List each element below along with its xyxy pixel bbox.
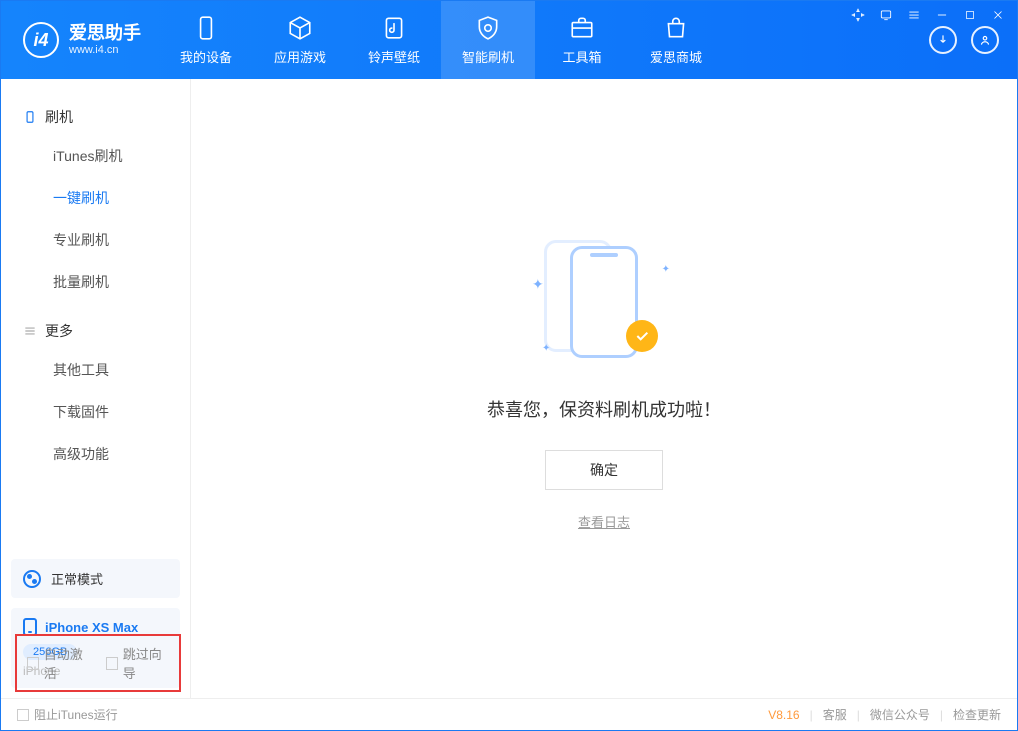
maximize-icon[interactable]: [961, 7, 979, 23]
main-tabs: 我的设备 应用游戏 铃声壁纸 智能刷机 工具箱 爱思商城: [159, 1, 723, 79]
customer-service-link[interactable]: 客服: [823, 706, 847, 723]
tab-ringtones[interactable]: 铃声壁纸: [347, 1, 441, 79]
sidebar-item-firmware[interactable]: 下载固件: [1, 391, 190, 433]
wechat-link[interactable]: 微信公众号: [870, 706, 930, 723]
app-subtitle: www.i4.cn: [69, 44, 141, 57]
shield-refresh-icon: [475, 15, 501, 41]
sidebar-item-batch-flash[interactable]: 批量刷机: [1, 261, 190, 303]
view-log-link[interactable]: 查看日志: [578, 512, 630, 531]
sidebar: 刷机 iTunes刷机 一键刷机 专业刷机 批量刷机 更多 其他工具 下载固件 …: [1, 79, 191, 698]
version-label: V8.16: [768, 708, 799, 722]
music-file-icon: [381, 15, 407, 41]
phone-icon: [193, 15, 219, 41]
app-logo: i4 爱思助手 www.i4.cn: [1, 22, 159, 58]
device-name: iPhone XS Max: [45, 620, 138, 635]
app-title: 爱思助手: [69, 23, 141, 45]
success-illustration: ✦ ✦ ✦: [534, 246, 674, 366]
block-itunes-checkbox[interactable]: 阻止iTunes运行: [17, 706, 118, 723]
sparkle-icon: ✦: [662, 264, 670, 275]
download-button[interactable]: [929, 26, 957, 54]
sidebar-item-advanced[interactable]: 高级功能: [1, 433, 190, 475]
tab-toolbox[interactable]: 工具箱: [535, 1, 629, 79]
tab-flash[interactable]: 智能刷机: [441, 1, 535, 79]
sidebar-item-oneclick-flash[interactable]: 一键刷机: [1, 177, 190, 219]
footer: 阻止iTunes运行 V8.16 | 客服 | 微信公众号 | 检查更新: [1, 698, 1017, 730]
tab-store[interactable]: 爱思商城: [629, 1, 723, 79]
sparkle-icon: ✦: [542, 343, 550, 354]
shopping-bag-icon: [663, 15, 689, 41]
device-mode[interactable]: 正常模式: [11, 559, 180, 598]
window-controls: [849, 7, 1007, 23]
feedback-icon[interactable]: [877, 7, 895, 23]
skip-guide-checkbox[interactable]: 跳过向导: [106, 644, 169, 682]
minimize-icon[interactable]: [933, 7, 951, 23]
main-content: ✦ ✦ ✦ 恭喜您，保资料刷机成功啦！ 确定 查看日志: [191, 79, 1017, 698]
ok-button[interactable]: 确定: [545, 450, 663, 490]
auto-activate-checkbox[interactable]: 自动激活: [27, 644, 90, 682]
cube-icon: [287, 15, 313, 41]
sparkle-icon: ✦: [532, 276, 544, 293]
check-update-link[interactable]: 检查更新: [953, 706, 1001, 723]
sidebar-item-other-tools[interactable]: 其他工具: [1, 349, 190, 391]
tab-apps[interactable]: 应用游戏: [253, 1, 347, 79]
flash-options-highlight: 自动激活 跳过向导: [15, 634, 181, 692]
sidebar-section-more: 更多: [1, 313, 190, 349]
sidebar-item-itunes-flash[interactable]: iTunes刷机: [1, 135, 190, 177]
tab-device[interactable]: 我的设备: [159, 1, 253, 79]
briefcase-icon: [569, 15, 595, 41]
sidebar-section-flash: 刷机: [1, 99, 190, 135]
success-message: 恭喜您，保资料刷机成功啦！: [487, 396, 721, 422]
user-button[interactable]: [971, 26, 999, 54]
logo-icon: i4: [23, 22, 59, 58]
theme-icon[interactable]: [849, 7, 867, 23]
mode-icon: [23, 570, 41, 588]
menu-icon[interactable]: [905, 7, 923, 23]
header: i4 爱思助手 www.i4.cn 我的设备 应用游戏 铃声壁纸 智能刷机 工具…: [1, 1, 1017, 79]
checkmark-badge-icon: [626, 320, 658, 352]
close-icon[interactable]: [989, 7, 1007, 23]
sidebar-item-pro-flash[interactable]: 专业刷机: [1, 219, 190, 261]
